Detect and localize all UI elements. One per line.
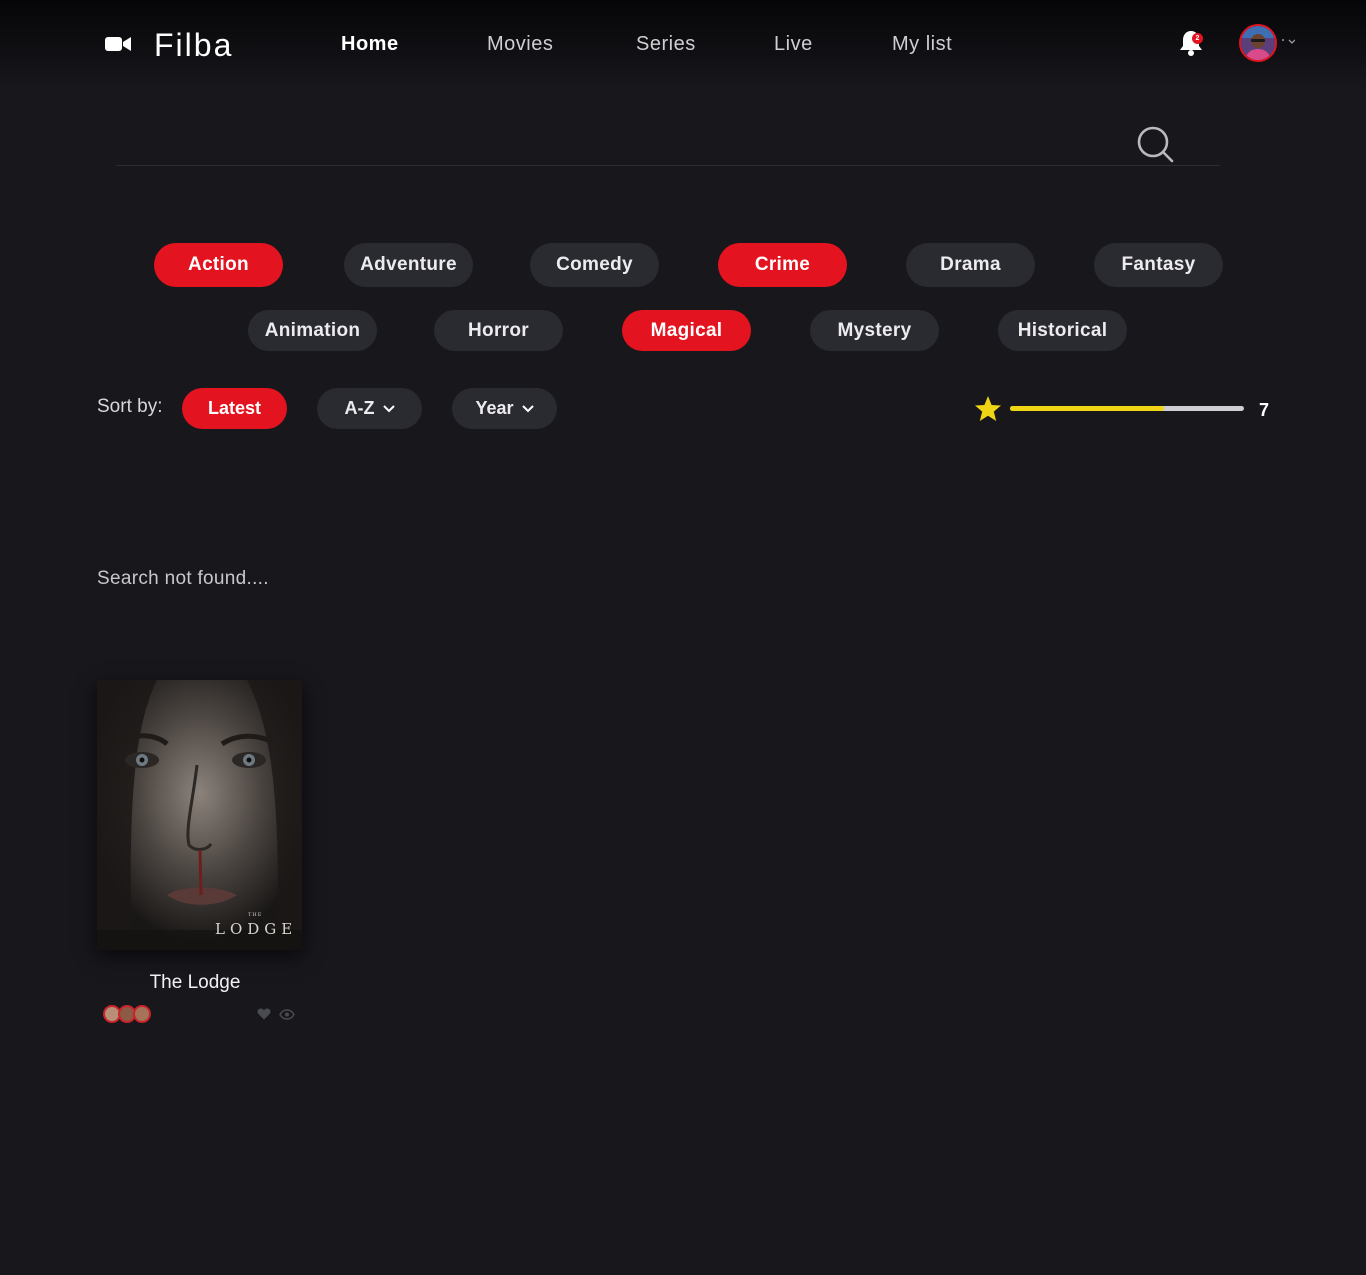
- poster-title: LODGE: [215, 920, 298, 938]
- genre-pill-mystery[interactable]: Mystery: [810, 310, 939, 351]
- genre-pill-crime[interactable]: Crime: [718, 243, 847, 287]
- notification-badge: 2: [1192, 33, 1203, 44]
- rating-value: 7: [1259, 400, 1270, 420]
- movie-poster[interactable]: THE LODGE: [97, 680, 302, 950]
- top-navigation-bar: Filba Home Movies Series Live My list 2: [0, 0, 1366, 90]
- star-icon: [975, 396, 1001, 421]
- eye-icon[interactable]: [279, 1009, 295, 1020]
- sort-label: Sort by:: [97, 396, 163, 417]
- genre-pill-magical[interactable]: Magical: [622, 310, 751, 351]
- avatar-image: [1241, 26, 1275, 60]
- rating-slider-fill: [1010, 406, 1165, 411]
- sort-latest-label: Latest: [207, 398, 261, 418]
- chevron-down-icon: [521, 405, 534, 413]
- genre-pill-adventure[interactable]: Adventure: [344, 243, 473, 287]
- cast-avatar: [133, 1005, 151, 1023]
- nav-item-home[interactable]: Home: [341, 33, 399, 56]
- genre-pill-action[interactable]: Action: [154, 243, 283, 287]
- movie-poster-image: [97, 680, 302, 950]
- genre-pill-historical[interactable]: Historical: [998, 310, 1127, 351]
- sort-a-z-label: A-Z: [344, 398, 375, 418]
- nav-item-live[interactable]: Live: [774, 33, 813, 56]
- sort-year-label: Year: [475, 398, 514, 418]
- movie-card[interactable]: THE LODGE The Lodge: [97, 680, 302, 1025]
- sort-a-z-dropdown[interactable]: A-Z: [317, 388, 422, 429]
- search-icon[interactable]: [1136, 125, 1174, 163]
- sort-year-dropdown[interactable]: Year: [452, 388, 557, 429]
- heart-icon[interactable]: [257, 1008, 271, 1020]
- page: Filba Home Movies Series Live My list 2: [0, 0, 1366, 1275]
- avatar[interactable]: [1239, 24, 1277, 62]
- nav-item-movies[interactable]: Movies: [487, 33, 553, 56]
- video-camera-icon: [105, 37, 131, 51]
- genre-pill-animation[interactable]: Animation: [248, 310, 377, 351]
- search-input[interactable]: [116, 118, 1220, 166]
- movie-title[interactable]: The Lodge: [97, 972, 293, 994]
- app-logo-text[interactable]: Filba: [154, 27, 233, 64]
- genre-pill-horror[interactable]: Horror: [434, 310, 563, 351]
- genre-pill-drama[interactable]: Drama: [906, 243, 1035, 287]
- chevron-down-icon: [382, 405, 395, 413]
- nav-item-series[interactable]: Series: [636, 33, 696, 56]
- cast-avatars: [103, 1005, 163, 1023]
- rating-slider[interactable]: [1010, 406, 1244, 411]
- genre-pill-fantasy[interactable]: Fantasy: [1094, 243, 1223, 287]
- sort-latest-button[interactable]: Latest: [182, 388, 287, 429]
- search-status-text: Search not found....: [97, 568, 269, 589]
- poster-title-prefix: THE: [248, 912, 263, 918]
- genre-pill-comedy[interactable]: Comedy: [530, 243, 659, 287]
- nav-item-my-list[interactable]: My list: [892, 33, 952, 56]
- chevron-down-icon[interactable]: [1281, 38, 1295, 46]
